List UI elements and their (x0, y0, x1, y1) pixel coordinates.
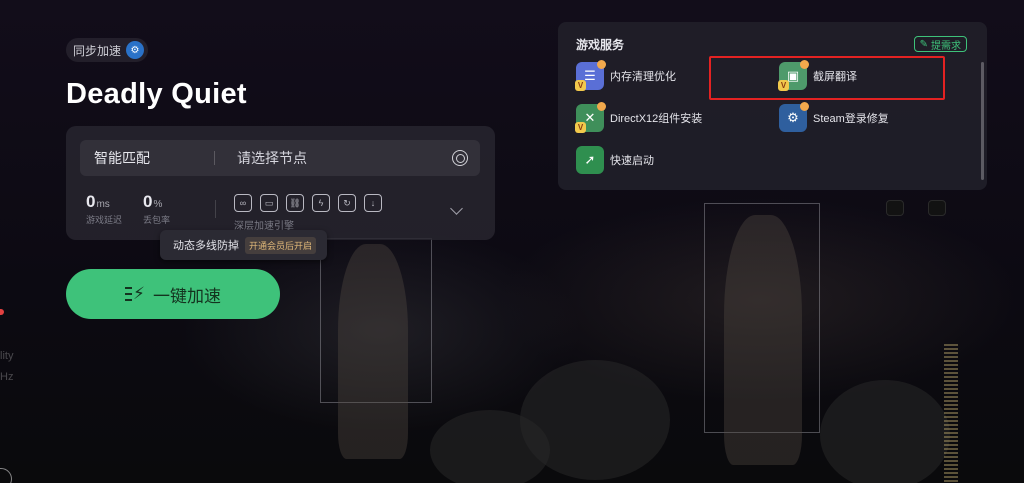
packet-loss-stat: 0% 丢包率 (143, 192, 170, 226)
service-memory-cleanup[interactable]: ☰ V 内存清理优化 (575, 60, 676, 91)
loss-value: 0 (143, 192, 153, 211)
loss-label: 丢包率 (143, 215, 171, 225)
game-title: Deadly Quiet (66, 78, 247, 110)
latency-label: 游戏延迟 (86, 215, 123, 225)
multiline-tooltip: 动态多线防掉 开通会员后开启 (160, 230, 327, 260)
lightning-icon[interactable]: ϟ (312, 194, 330, 212)
sync-label: 同步加速 (73, 43, 122, 58)
brush-icon: ✎ (919, 38, 928, 50)
download-icon[interactable]: ↓ (364, 194, 382, 212)
request-feature-button[interactable]: ✎ 提需求 (913, 36, 967, 52)
services-title: 游戏服务 (576, 38, 625, 52)
service-quick-launch[interactable]: ➚ 快速启动 (576, 146, 654, 174)
chain-icon[interactable]: ⛓ (286, 194, 304, 212)
link-icon[interactable]: ∞ (234, 194, 252, 212)
boost-bolt-icon: ⚡ (125, 284, 145, 304)
vip-badge[interactable]: 开通会员后开启 (245, 236, 317, 254)
sync-icon[interactable]: ↻ (338, 194, 356, 212)
one-click-boost-button[interactable]: ⚡ 一键加速 (66, 269, 280, 319)
node-select-label[interactable]: 请选择节点 (237, 148, 452, 168)
mode-selector[interactable]: 智能匹配 (94, 148, 214, 168)
latency-value: 0 (86, 192, 96, 211)
services-scrollbar[interactable] (981, 62, 984, 180)
window-icon[interactable]: ▭ (260, 194, 278, 212)
service-label: DirectX12组件安装 (610, 113, 703, 125)
request-label: 提需求 (931, 40, 961, 52)
sync-boost-badge: 同步加速 ⚙ (66, 38, 149, 62)
service-steam-login-repair[interactable]: ⚙ Steam登录修复 (779, 102, 889, 132)
steam-repair-icon: ⚙ (779, 102, 809, 132)
latency-stat: 0ms 游戏延迟 (86, 192, 122, 226)
tooltip-text: 动态多线防掉 (173, 240, 239, 252)
steam-icon: ⚙ (126, 41, 145, 59)
divider (214, 151, 215, 165)
service-label: 内存清理优化 (610, 71, 676, 83)
quick-launch-icon: ➚ (576, 146, 604, 174)
highlight-box (709, 56, 945, 100)
node-selector[interactable]: 智能匹配 请选择节点 (80, 140, 480, 176)
globe-icon[interactable] (452, 150, 468, 166)
divider (215, 200, 216, 218)
loss-unit: % (153, 199, 163, 210)
memory-cleanup-icon: ☰ V (575, 60, 606, 91)
service-label: Steam登录修复 (813, 113, 889, 125)
directx-icon: ✕ V (575, 102, 606, 133)
latency-unit: ms (96, 199, 110, 210)
boost-button-label: 一键加速 (153, 286, 221, 306)
engine-icon-row: ∞ ▭ ⛓ ϟ ↻ ↓ (234, 194, 382, 212)
service-directx-install[interactable]: ✕ V DirectX12组件安装 (575, 102, 703, 133)
left-edge-text: lity Hz (0, 350, 14, 383)
service-label: 快速启动 (610, 155, 654, 167)
